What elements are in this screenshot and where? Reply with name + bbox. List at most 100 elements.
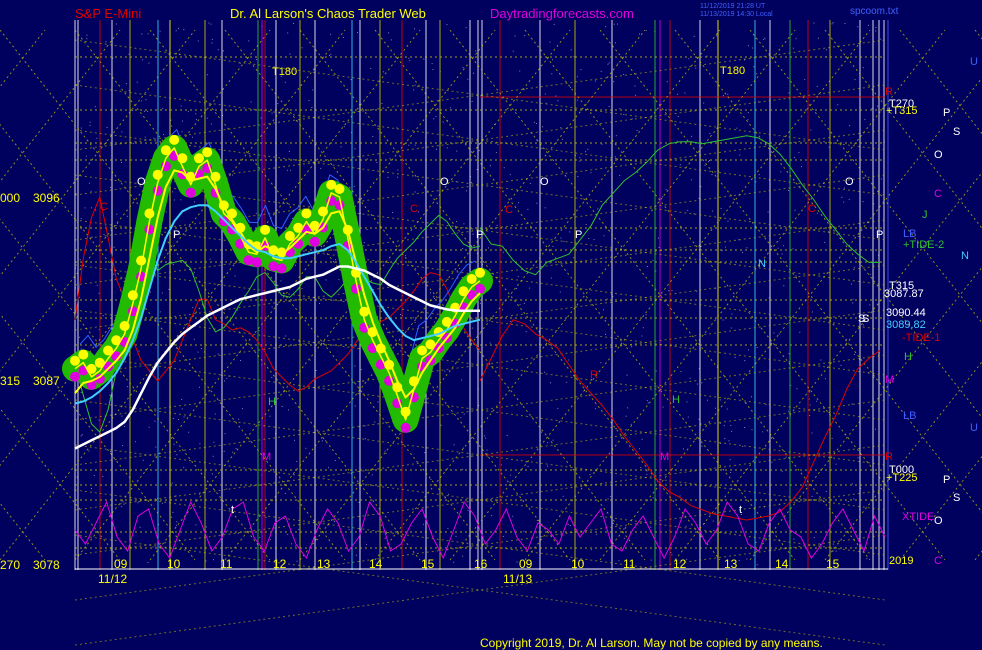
star-dot — [862, 67, 864, 69]
star-dot — [587, 148, 589, 150]
star-dot — [145, 99, 147, 101]
star-dot — [206, 526, 207, 528]
star-dot — [645, 314, 647, 316]
x-axis-hour-label: 15 — [421, 557, 435, 571]
star-dot — [812, 311, 813, 313]
star-dot — [209, 258, 211, 260]
star-dot — [832, 543, 834, 545]
star-dot — [465, 27, 467, 29]
star-dot — [388, 32, 390, 34]
star-dot — [785, 456, 787, 458]
star-dot — [857, 26, 859, 28]
right-label: U — [970, 56, 978, 68]
star-dot — [296, 560, 298, 562]
star-dot — [132, 110, 134, 111]
star-dot — [360, 369, 362, 370]
star-dot — [641, 335, 643, 337]
star-dot — [217, 49, 219, 51]
star-dot — [84, 207, 86, 209]
star-dot — [354, 148, 356, 150]
x-axis-hour-label: 15 — [826, 557, 840, 571]
star-dot — [85, 155, 87, 157]
star-dot — [265, 516, 267, 518]
star-dot — [197, 40, 199, 42]
star-dot — [662, 196, 664, 198]
star-dot — [627, 407, 629, 409]
star-dot — [431, 63, 433, 65]
star-dot — [746, 558, 748, 560]
star-dot — [549, 262, 551, 264]
star-dot — [311, 107, 313, 108]
star-dot — [116, 23, 117, 25]
star-dot — [722, 319, 724, 321]
star-dot — [623, 528, 625, 530]
star-dot — [689, 377, 691, 379]
star-dot — [693, 35, 695, 37]
star-dot — [175, 30, 177, 32]
star-dot — [301, 47, 303, 49]
star-dot — [400, 350, 402, 352]
star-dot — [330, 33, 332, 35]
star-dot — [397, 169, 399, 171]
star-dot — [382, 71, 384, 73]
star-dot — [630, 423, 632, 425]
star-dot — [281, 406, 283, 407]
star-dot — [205, 560, 207, 562]
star-dot — [801, 166, 802, 168]
star-dot — [765, 404, 767, 406]
star-dot — [424, 452, 426, 454]
star-dot — [731, 313, 733, 315]
star-dot — [719, 422, 721, 424]
star-dot — [148, 426, 150, 428]
star-dot — [181, 399, 183, 400]
right-label: -TIDE-1 — [902, 332, 941, 344]
star-dot — [849, 125, 851, 127]
star-dot — [350, 79, 352, 81]
star-dot — [348, 529, 350, 530]
star-dot — [688, 58, 690, 60]
star-dot — [601, 143, 603, 145]
star-dot — [488, 247, 489, 249]
chart-letter: P — [476, 229, 483, 241]
star-dot — [550, 382, 551, 384]
xtide-line — [74, 500, 886, 560]
star-dot — [818, 37, 819, 39]
star-dot — [479, 333, 481, 335]
star-dot — [271, 376, 273, 378]
star-dot — [727, 220, 729, 222]
star-dot — [646, 470, 648, 472]
chart-letter: P — [173, 229, 180, 241]
star-dot — [325, 440, 327, 442]
star-dot — [353, 185, 355, 187]
star-dot — [700, 246, 702, 247]
star-dot — [523, 530, 525, 532]
star-dot — [734, 356, 736, 358]
star-dot — [809, 415, 811, 416]
star-dot — [559, 291, 561, 293]
site-link[interactable]: Daytradingforecasts.com — [490, 6, 634, 21]
star-dot — [597, 208, 599, 210]
star-dot — [626, 374, 628, 376]
right-label: S — [953, 492, 960, 504]
right-label: LB — [903, 410, 916, 422]
star-dot — [587, 101, 589, 103]
star-dot — [747, 45, 749, 47]
star-dot — [495, 152, 497, 154]
star-dot — [240, 360, 241, 361]
star-dot — [783, 245, 785, 247]
star-dot — [126, 215, 128, 217]
star-dot — [519, 70, 521, 72]
star-dot — [727, 93, 729, 95]
diagonal-line — [74, 534, 886, 646]
chart-letter: O — [440, 176, 449, 188]
star-dot — [825, 490, 827, 492]
star-dot — [440, 424, 442, 426]
star-dot — [466, 190, 468, 192]
star-dot — [874, 428, 876, 430]
star-dot — [788, 92, 790, 94]
star-dot — [301, 288, 303, 290]
star-dot — [438, 296, 440, 298]
star-dot — [183, 467, 185, 469]
star-dot — [200, 348, 202, 349]
star-dot — [80, 218, 82, 220]
